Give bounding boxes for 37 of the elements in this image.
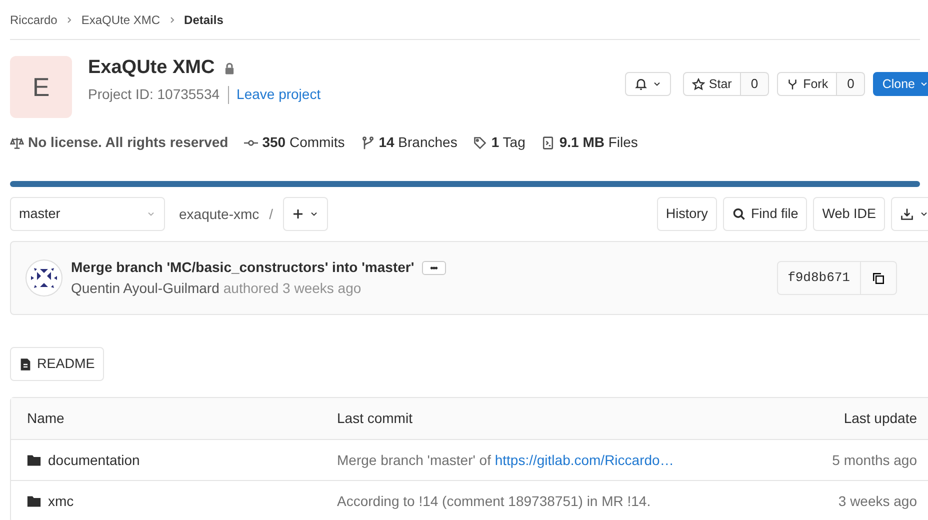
project-title: ExaQUte XMC (88, 56, 215, 80)
author-link[interactable]: Quentin Ayoul-Guilmard (71, 280, 220, 296)
commit-time: authored 3 weeks ago (223, 280, 362, 296)
update-time: 5 months ago (832, 452, 917, 468)
leave-project-link[interactable]: Leave project (236, 86, 321, 102)
commit-sha[interactable]: f9d8b671 (776, 261, 861, 295)
star-count: 0 (740, 72, 770, 96)
readme-button[interactable]: README (10, 347, 104, 381)
folder-link[interactable]: documentation (48, 450, 140, 470)
breadcrumb-link[interactable]: ExaQUte XMC (81, 10, 160, 28)
find-file-button[interactable]: Find file (722, 197, 808, 231)
branch-dropdown[interactable]: master (10, 197, 165, 231)
folder-link[interactable]: xmc (48, 490, 74, 512)
commit-title[interactable]: Merge branch 'MC/basic_constructors' into 'master' (71, 257, 414, 278)
update-time: 3 weeks ago (838, 492, 917, 508)
stat-link[interactable]: 350 Commits (262, 132, 345, 153)
breadcrumb-link[interactable]: Riccardo (10, 10, 58, 28)
path-separator: / (269, 204, 274, 224)
project-avatar: E (10, 56, 72, 118)
column-header: Last commit (337, 410, 412, 426)
commit-message[interactable]: According to !14 (comment 189738751) in MR !14. (337, 492, 651, 508)
commit-message[interactable]: Merge branch 'master' of https://gitlab.com/Riccardo… (337, 452, 674, 468)
stat-link[interactable]: 1 Tag (491, 132, 526, 153)
fork-count: 0 (837, 72, 866, 96)
project-id: Project ID: 10735534 (88, 86, 220, 102)
clone-button[interactable]: Clone (873, 72, 928, 96)
column-header: Last update (844, 410, 917, 426)
history-button[interactable]: History (656, 197, 717, 231)
web-ide-button[interactable]: Web IDE (813, 197, 885, 231)
column-header: Name (27, 409, 64, 428)
star-button[interactable]: Star (682, 72, 741, 96)
fork-button[interactable]: Fork (777, 72, 838, 96)
license-text[interactable]: No license. All rights reserved (28, 132, 228, 153)
stat-link[interactable]: 9.1 MB Files (559, 132, 638, 153)
stat-link[interactable]: 14 Branches (378, 132, 458, 153)
breadcrumb-link[interactable]: Details (184, 10, 224, 28)
path-link[interactable]: exaqute-xmc (179, 204, 260, 224)
